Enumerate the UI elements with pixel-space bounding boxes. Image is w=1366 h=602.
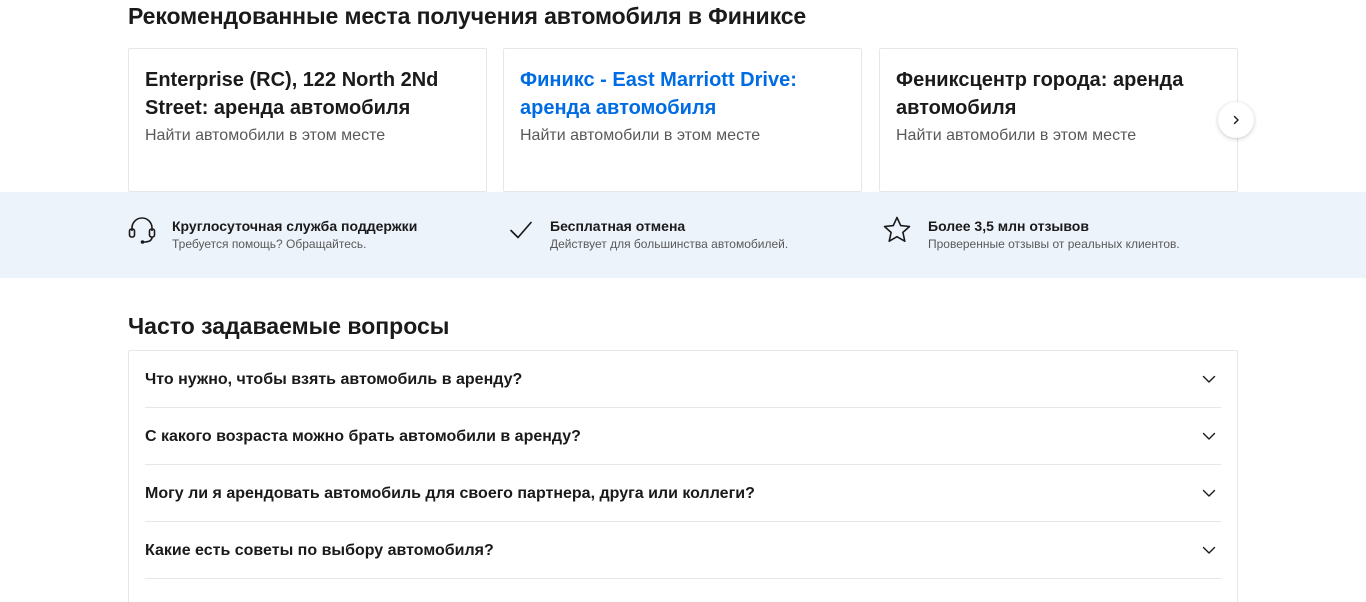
location-card-subtitle: Найти автомобили в этом месте (896, 127, 1137, 144)
star-icon (883, 216, 911, 242)
benefits-band: Круглосуточная служба поддержки Требуетс… (0, 192, 1366, 278)
location-card-subtitle: Найти автомобили в этом месте (520, 127, 761, 144)
carousel-next-button[interactable] (1218, 102, 1254, 138)
faq-question: Что нужно, чтобы взять автомобиль в арен… (145, 371, 523, 388)
chevron-down-icon (1202, 489, 1216, 497)
chevron-down-icon (1202, 546, 1216, 554)
faq-question: С какого возраста можно брать автомобили… (145, 428, 581, 445)
faq-section-title: Часто задаваемые вопросы (128, 313, 450, 339)
faq-question: Могу ли я арендовать автомобиль для свое… (145, 485, 755, 502)
location-card-downtown[interactable]: Фениксцентр города: аренда автомобиля На… (879, 48, 1238, 192)
headset-icon (128, 217, 156, 244)
faq-item[interactable]: Могу ли я арендовать автомобиль для свое… (145, 465, 1221, 522)
chevron-down-icon (1202, 375, 1216, 383)
location-card-east-marriott[interactable]: Финикс - East Marriott Drive: аренда авт… (503, 48, 862, 192)
location-card-subtitle: Найти автомобили в этом месте (145, 127, 386, 144)
benefit-subtitle: Требуется помощь? Обращайтесь. (172, 237, 367, 251)
faq-item[interactable]: С какого возраста можно брать автомобили… (145, 408, 1221, 465)
benefit-title: Более 3,5 млн отзывов (928, 218, 1089, 234)
faq-question: Какие есть советы по выбору автомобиля? (145, 542, 494, 559)
benefit-subtitle: Проверенные отзывы от реальных клиентов. (928, 237, 1180, 251)
location-card-title[interactable]: Финикс - East Marriott Drive: аренда авт… (520, 66, 845, 122)
location-card-title: Фениксцентр города: аренда автомобиля (896, 69, 1184, 119)
recommended-cards-carousel: Enterprise (RC), 122 North 2Nd Street: а… (128, 48, 1238, 192)
location-card-enterprise[interactable]: Enterprise (RC), 122 North 2Nd Street: а… (128, 48, 487, 192)
faq-item[interactable]: Что нужно, чтобы взять автомобиль в арен… (145, 351, 1221, 408)
checkmark-icon (510, 221, 532, 239)
recommended-section-title: Рекомендованные места получения автомоби… (128, 3, 807, 29)
faq-accordion: Что нужно, чтобы взять автомобиль в арен… (128, 350, 1238, 602)
page: Рекомендованные места получения автомоби… (0, 0, 1366, 602)
location-card-title: Enterprise (RC), 122 North 2Nd Street: а… (145, 69, 439, 119)
benefit-title: Круглосуточная служба поддержки (172, 218, 418, 234)
benefit-subtitle: Действует для большинства автомобилей. (550, 237, 789, 251)
chevron-down-icon (1202, 432, 1216, 440)
chevron-right-icon (1233, 115, 1239, 125)
benefit-title: Бесплатная отмена (550, 218, 686, 234)
faq-item[interactable]: Какие есть советы по выбору автомобиля? (145, 522, 1221, 579)
